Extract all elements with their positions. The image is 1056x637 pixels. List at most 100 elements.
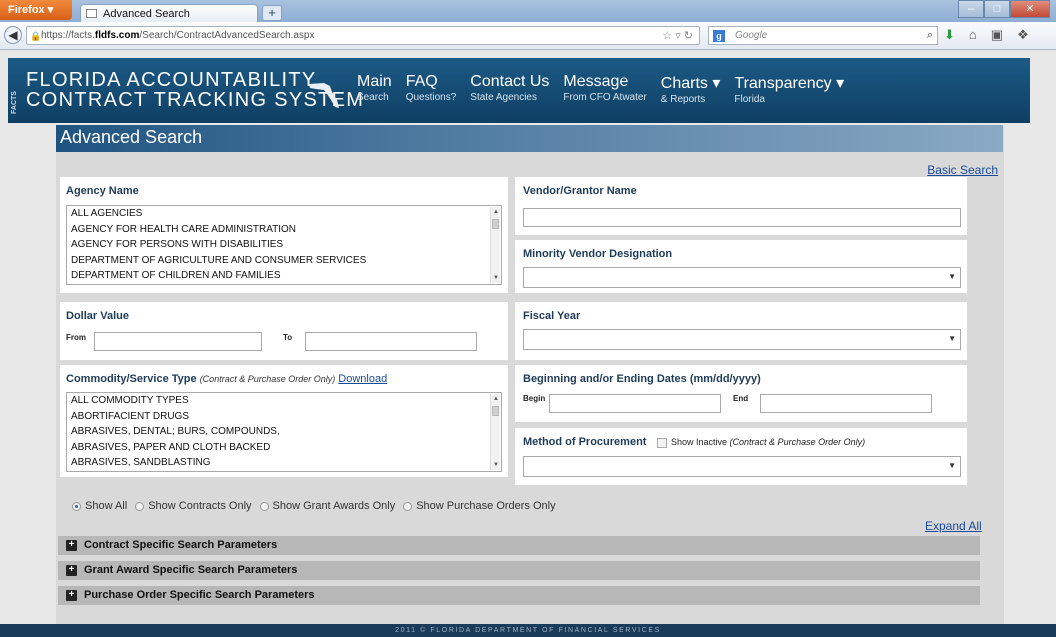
radio-button[interactable] — [259, 501, 269, 511]
agency-panel: Agency Name ▲ ▼ ALL AGENCIES AGENCY FOR HE… — [60, 177, 508, 293]
scroll-thumb[interactable] — [492, 219, 499, 229]
new-tab-button[interactable]: + — [262, 5, 282, 21]
accordion-label: Grant Award Specific Search Parameters — [84, 564, 298, 576]
radio-button[interactable] — [135, 501, 145, 511]
minimize-button[interactable]: – — [958, 0, 984, 18]
dollar-from-input[interactable] — [94, 332, 262, 351]
list-item[interactable]: DEPARTMENT OF AGRICULTURE AND CONSUMER S… — [67, 253, 501, 269]
scroll-down-icon[interactable]: ▼ — [491, 460, 501, 470]
radio-option-2[interactable]: Show Grant Awards Only — [259, 500, 396, 512]
scroll-up-icon[interactable]: ▲ — [491, 394, 501, 404]
accordion-section-0[interactable]: + Contract Specific Search Parameters — [58, 536, 980, 555]
scroll-down-icon[interactable]: ▼ — [491, 273, 501, 283]
tab-title: Advanced Search — [103, 8, 190, 20]
list-item[interactable]: ABRASIVES, SANDBLASTING — [67, 455, 501, 471]
commodity-listbox[interactable]: ▲ ▼ ALL COMMODITY TYPES ABORTIFACIENT DRUG… — [66, 392, 502, 472]
fiscal-select[interactable]: ▼ — [523, 329, 961, 350]
nav-item-0[interactable]: Main Search — [357, 73, 392, 105]
to-label: To — [283, 333, 293, 342]
commodity-label: Commodity/Service Type — [66, 373, 197, 385]
scroll-up-icon[interactable]: ▲ — [491, 207, 501, 217]
agency-scrollbar[interactable]: ▲ ▼ — [490, 207, 500, 283]
basic-search-link[interactable]: Basic Search — [927, 163, 998, 177]
radio-label: Show Grant Awards Only — [272, 500, 396, 512]
maximize-button[interactable]: □ — [984, 0, 1010, 18]
chevron-down-icon: ▼ — [948, 334, 956, 343]
list-item[interactable]: ALL AGENCIES — [67, 206, 501, 222]
plus-icon[interactable]: + — [66, 540, 77, 551]
home-icon[interactable]: ⌂ — [969, 27, 977, 43]
url-prefix: https://facts. — [41, 30, 95, 41]
nav-item-title: Transparency ▾ — [734, 75, 845, 92]
radio-option-0[interactable]: Show All — [72, 500, 127, 512]
lock-icon: 🔒 — [30, 31, 42, 41]
end-label: End — [733, 394, 749, 403]
bookmarks-icon[interactable]: ▣ — [991, 27, 1003, 43]
show-inactive-checkbox[interactable] — [657, 438, 667, 448]
browser-tab[interactable]: Advanced Search — [80, 4, 258, 22]
nav-item-subtitle: Florida — [734, 94, 765, 105]
expand-all-link[interactable]: Expand All — [925, 519, 982, 533]
radio-option-3[interactable]: Show Purchase Orders Only — [403, 500, 556, 512]
nav-item-1[interactable]: FAQ Questions? — [406, 73, 457, 105]
agency-listbox[interactable]: ▲ ▼ ALL AGENCIES AGENCY FOR HEALTH CARE AD… — [66, 205, 502, 285]
list-item[interactable]: AGENCY FOR HEALTH CARE ADMINISTRATION — [67, 222, 501, 238]
footer-copyright: 2011 © FLORIDA DEPARTMENT OF FINANCIAL S… — [0, 624, 1056, 637]
advanced-search-content: Advanced Search Basic Search Agency Name… — [56, 125, 1004, 637]
accordion-label: Purchase Order Specific Search Parameter… — [84, 589, 315, 601]
page-icon — [86, 9, 97, 18]
agency-label: Agency Name — [66, 185, 139, 197]
procurement-label: Method of Procurement — [523, 436, 647, 448]
nav-item-title: FAQ — [405, 73, 438, 90]
addon-icon[interactable]: ❖ — [1017, 27, 1029, 43]
nav-item-subtitle: Questions? — [405, 92, 457, 103]
accordion-section-2[interactable]: + Purchase Order Specific Search Paramete… — [58, 586, 980, 605]
minority-select[interactable]: ▼ — [523, 267, 961, 288]
list-item[interactable]: ABORTIFACIENT DRUGS — [67, 409, 501, 425]
nav-item-3[interactable]: Message From CFO Atwater — [563, 73, 646, 105]
plus-icon[interactable]: + — [66, 590, 77, 601]
dollar-to-input[interactable] — [305, 332, 477, 351]
begin-label: Begin — [523, 394, 546, 403]
list-item[interactable]: AGENCY FOR PERSONS WITH DISABILITIES — [67, 237, 501, 253]
url-path: /Search/ContractAdvancedSearch.aspx — [139, 30, 315, 41]
list-item[interactable]: DEPARTMENT OF CHILDREN AND FAMILIES — [67, 268, 501, 284]
scroll-thumb[interactable] — [492, 406, 499, 416]
minority-label: Minority Vendor Designation — [523, 248, 673, 260]
dollar-panel: Dollar Value From To — [60, 302, 508, 360]
google-icon: g — [713, 30, 725, 42]
window-controls: – □ ✕ — [958, 0, 1050, 18]
nav-item-4[interactable]: Charts ▾ & Reports — [661, 73, 721, 105]
accordion-section-1[interactable]: + Grant Award Specific Search Parameters — [58, 561, 980, 580]
back-arrow-icon[interactable]: ◀ — [4, 26, 22, 44]
end-date-input[interactable] — [760, 394, 932, 413]
commodity-scrollbar[interactable]: ▲ ▼ — [490, 394, 500, 470]
radio-option-1[interactable]: Show Contracts Only — [135, 500, 252, 512]
radio-button[interactable] — [72, 501, 81, 511]
section-title-bar: Advanced Search — [56, 125, 1003, 152]
fiscal-panel: Fiscal Year ▼ — [515, 302, 967, 360]
from-label: From — [66, 333, 86, 342]
nav-item-5[interactable]: Transparency ▾ Florida — [734, 73, 844, 105]
radio-button[interactable] — [403, 501, 413, 511]
search-engine-placeholder: Google — [735, 30, 768, 41]
plus-icon[interactable]: + — [66, 565, 77, 576]
bookmark-star-icon[interactable]: ☆ ▿ ↻ — [662, 29, 693, 42]
download-link[interactable]: Download — [338, 373, 387, 385]
firefox-menu-button[interactable]: Firefox ▾ — [0, 0, 72, 20]
list-item[interactable]: ALL COMMODITY TYPES — [67, 393, 501, 409]
list-item[interactable]: ABRASIVES, PAPER AND CLOTH BACKED — [67, 440, 501, 456]
radio-label: Show Contracts Only — [148, 500, 252, 512]
search-icon[interactable]: ⌕ — [927, 29, 933, 42]
url-bar[interactable]: 🔒 https://facts.fldfs.com/Search/Contract… — [26, 26, 700, 45]
procurement-select[interactable]: ▼ — [523, 456, 961, 477]
browser-search-bar[interactable]: g Google ⌕ — [708, 26, 938, 45]
close-window-button[interactable]: ✕ — [1010, 0, 1050, 18]
download-icon[interactable]: ⬇ — [944, 27, 955, 43]
chevron-down-icon: ▼ — [948, 272, 956, 281]
nav-item-2[interactable]: Contact Us State Agencies — [470, 73, 549, 105]
begin-date-input[interactable] — [549, 394, 721, 413]
vendor-input[interactable] — [523, 208, 961, 227]
list-item[interactable]: ABRASIVES, DENTAL; BURS, COMPOUNDS, — [67, 424, 501, 440]
florida-map-icon — [309, 83, 339, 108]
